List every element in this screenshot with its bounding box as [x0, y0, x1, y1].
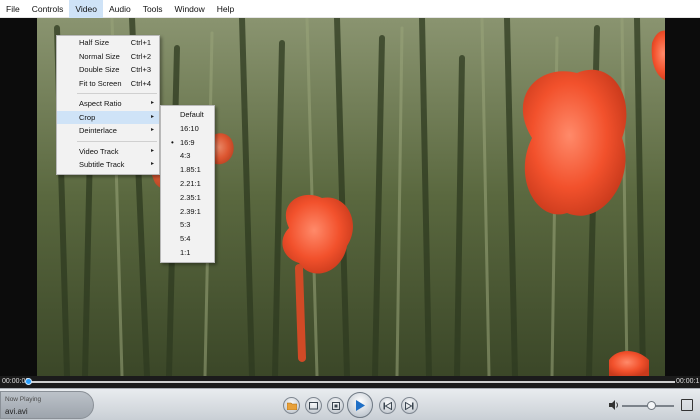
menu-item-fit-to-screen[interactable]: Fit to Screen Ctrl+4	[57, 77, 159, 91]
menu-file[interactable]: File	[0, 0, 26, 18]
menu-separator	[77, 140, 157, 142]
crop-option-label: 16:9	[180, 137, 195, 147]
crop-option-1-85-1[interactable]: 1.85:1	[161, 163, 214, 177]
seek-track[interactable]	[28, 381, 675, 383]
submenu-arrow-icon: ▸	[150, 127, 154, 133]
time-total: 00:00:1	[676, 378, 700, 385]
now-playing-panel: Now Playing avi.avi	[0, 391, 94, 419]
menu-item-aspect-ratio[interactable]: Aspect Ratio ▸	[57, 97, 159, 111]
menu-bar: File Controls Video Audio Tools Window H…	[0, 0, 700, 18]
play-icon	[356, 399, 365, 411]
submenu-arrow-icon: ▸	[150, 113, 154, 120]
menu-controls[interactable]: Controls	[26, 0, 70, 18]
menu-separator	[77, 93, 157, 94]
now-playing-file: avi.avi	[5, 407, 28, 416]
menu-item-label: Half Size	[79, 38, 110, 47]
submenu-arrow-icon: ▸	[150, 100, 154, 106]
crop-option-4-3[interactable]: 4:3	[161, 149, 214, 163]
menu-video[interactable]: Video	[69, 0, 103, 18]
video-menu-dropdown: Half Size Ctrl+1 Normal Size Ctrl+2 Doub…	[56, 35, 160, 175]
crop-option-default[interactable]: Default	[161, 108, 214, 122]
seek-handle[interactable]	[25, 378, 32, 385]
open-file-button[interactable]	[283, 397, 300, 414]
crop-option-label: Default	[180, 110, 204, 119]
crop-option-2-21-1[interactable]: 2.21:1	[161, 177, 214, 191]
open-file-icon	[286, 402, 297, 410]
crop-option-1-1[interactable]: 1:1	[161, 246, 214, 260]
crop-option-label: 2.39:1	[180, 206, 201, 216]
shortcut-label: Ctrl+3	[130, 65, 151, 74]
seek-bar[interactable]: 00:00:00 00:00:1	[0, 376, 700, 388]
menu-item-crop[interactable]: Crop ▸	[57, 110, 159, 124]
selected-check-icon: •	[171, 137, 174, 147]
menu-item-label: Fit to Screen	[79, 78, 122, 88]
shortcut-label: Ctrl+2	[130, 51, 151, 61]
stop-icon	[331, 401, 340, 410]
volume-icon[interactable]	[609, 400, 620, 413]
crop-option-5-4[interactable]: 5:4	[161, 232, 214, 246]
menu-item-label: Video Track	[79, 146, 119, 156]
fullscreen-icon[interactable]	[681, 399, 693, 411]
menu-help[interactable]: Help	[211, 0, 240, 18]
menu-item-normal-size[interactable]: Normal Size Ctrl+2	[57, 50, 159, 64]
crop-option-2-39-1[interactable]: 2.39:1	[161, 205, 214, 219]
crop-option-label: 5:3	[180, 220, 191, 230]
stop-button[interactable]	[327, 397, 344, 414]
menu-item-label: Deinterlace	[79, 126, 117, 135]
submenu-arrow-icon: ▸	[150, 147, 154, 154]
menu-item-label: Crop	[79, 112, 96, 122]
previous-button[interactable]	[379, 397, 396, 414]
shortcut-label: Ctrl+1	[130, 38, 151, 47]
menu-item-label: Double Size	[79, 65, 120, 74]
video-display[interactable]: Half Size Ctrl+1 Normal Size Ctrl+2 Doub…	[0, 18, 700, 376]
menu-item-label: Aspect Ratio	[79, 99, 122, 108]
crop-option-5-3[interactable]: 5:3	[161, 218, 214, 232]
control-bar: Now Playing avi.avi	[0, 388, 700, 420]
crop-option-label: 1.85:1	[180, 165, 201, 175]
crop-option-16-9[interactable]: • 16:9	[161, 136, 214, 150]
folder-button[interactable]	[305, 397, 322, 414]
now-playing-label: Now Playing	[5, 396, 42, 403]
crop-option-label: 5:4	[180, 234, 191, 244]
crop-option-label: 2.35:1	[180, 192, 201, 202]
crop-option-label: 2.21:1	[180, 178, 201, 188]
menu-item-subtitle-track[interactable]: Subtitle Track ▸	[57, 158, 159, 172]
menu-window[interactable]: Window	[169, 0, 211, 18]
menu-item-video-track[interactable]: Video Track ▸	[57, 145, 159, 159]
menu-tools[interactable]: Tools	[137, 0, 169, 18]
crop-option-label: 16:10	[180, 123, 199, 133]
crop-option-label: 1:1	[180, 247, 191, 257]
next-button[interactable]	[401, 397, 418, 414]
menu-item-double-size[interactable]: Double Size Ctrl+3	[57, 63, 159, 77]
folder-icon	[309, 402, 318, 410]
crop-option-2-35-1[interactable]: 2.35:1	[161, 191, 214, 205]
menu-item-deinterlace[interactable]: Deinterlace ▸	[57, 124, 159, 138]
menu-item-label: Normal Size	[79, 51, 120, 61]
play-button[interactable]	[347, 392, 373, 418]
shortcut-label: Ctrl+4	[130, 78, 151, 88]
volume-slider-handle[interactable]	[647, 401, 656, 410]
menu-audio[interactable]: Audio	[103, 0, 137, 18]
submenu-arrow-icon: ▸	[150, 161, 154, 167]
crop-submenu: Default 16:10 • 16:9 4:3 1.85:1 2.21:1 2.…	[160, 105, 215, 263]
menu-item-half-size[interactable]: Half Size Ctrl+1	[57, 36, 159, 50]
crop-option-label: 4:3	[180, 151, 191, 161]
next-icon	[405, 401, 414, 410]
previous-icon	[383, 401, 392, 410]
crop-option-16-10[interactable]: 16:10	[161, 122, 214, 136]
menu-item-label: Subtitle Track	[79, 160, 125, 169]
